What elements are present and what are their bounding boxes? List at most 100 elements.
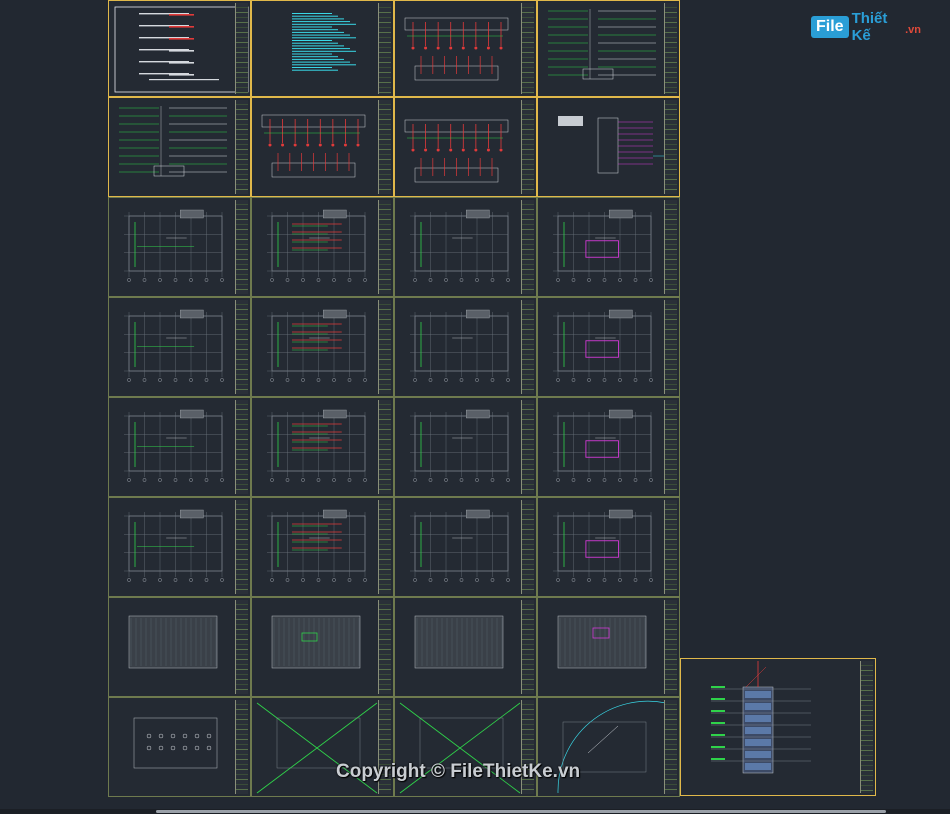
logo-text: Thiết Kế	[851, 10, 888, 44]
sheet-content	[711, 661, 811, 774]
sheet-drawing	[267, 509, 367, 582]
drawing-sheet[interactable]	[251, 497, 394, 597]
title-block	[521, 400, 534, 494]
sheet-drawing	[124, 209, 224, 282]
drawing-sheet[interactable]	[108, 597, 251, 697]
cad-model-space[interactable]	[0, 0, 950, 814]
drawing-sheet[interactable]	[251, 97, 394, 197]
drawing-sheet[interactable]	[108, 197, 251, 297]
title-block	[521, 300, 534, 394]
drawing-sheet[interactable]	[251, 197, 394, 297]
sheet-drawing	[558, 116, 671, 174]
drawing-sheet[interactable]	[537, 597, 680, 697]
floor-plan	[267, 309, 367, 382]
drawing-sheet[interactable]	[537, 197, 680, 297]
title-block	[378, 300, 391, 394]
logo-suffix: .vn	[905, 24, 921, 36]
sheet-drawing	[128, 615, 218, 669]
title-block	[235, 700, 248, 794]
drawing-sheet[interactable]	[251, 0, 394, 97]
title-block	[235, 600, 248, 694]
sheet-drawing	[124, 509, 224, 582]
drawing-sheet[interactable]	[394, 0, 537, 97]
logo-box: File	[811, 16, 849, 38]
sheet-content	[557, 615, 647, 669]
sheet-content	[414, 615, 504, 669]
drawing-sheet[interactable]	[394, 497, 537, 597]
sheet-drawing	[114, 6, 249, 93]
sheet-content	[548, 9, 656, 80]
sheet-drawing	[553, 309, 653, 382]
title-block	[235, 400, 248, 494]
sheet-drawing	[414, 615, 504, 669]
drawing-sheet[interactable]	[537, 297, 680, 397]
sheet-drawing	[267, 209, 367, 282]
drawing-sheet[interactable]	[108, 0, 251, 97]
sheet-drawing	[267, 409, 367, 482]
title-block	[378, 600, 391, 694]
title-block	[664, 100, 677, 194]
filethietke-logo: File Thiết Kế .vn	[811, 10, 921, 44]
sheet-drawing	[711, 661, 811, 774]
sheet-drawing	[261, 114, 366, 178]
title-block	[378, 400, 391, 494]
sheet-content	[128, 615, 218, 669]
drawing-sheet[interactable]	[108, 397, 251, 497]
title-block	[235, 200, 248, 294]
sheet-drawing	[292, 13, 356, 71]
drawing-sheet[interactable]	[394, 597, 537, 697]
drawing-sheet[interactable]	[394, 97, 537, 197]
drawing-sheet[interactable]	[108, 297, 251, 397]
sheet-drawing	[410, 209, 510, 282]
title-block	[378, 200, 391, 294]
drawing-sheet[interactable]	[251, 397, 394, 497]
drawing-sheet[interactable]	[394, 197, 537, 297]
drawing-sheet[interactable]	[394, 297, 537, 397]
title-block	[521, 3, 534, 94]
sheet-drawing	[553, 209, 653, 282]
drawing-sheet[interactable]	[537, 397, 680, 497]
sheet-drawing	[404, 119, 509, 183]
floor-plan	[124, 309, 224, 382]
drawing-sheet[interactable]	[108, 97, 251, 197]
sheet-drawing	[548, 9, 656, 80]
sheet-drawing	[553, 409, 653, 482]
scrollbar-thumb[interactable]	[156, 810, 886, 813]
drawing-sheet[interactable]	[251, 297, 394, 397]
sheet-drawing	[124, 309, 224, 382]
floor-plan	[553, 209, 653, 282]
drawing-sheet[interactable]	[680, 658, 876, 796]
drawing-sheet[interactable]	[108, 697, 251, 797]
sheet-drawing	[119, 106, 227, 177]
drawing-sheet[interactable]	[537, 97, 680, 197]
floor-plan	[124, 409, 224, 482]
sheet-content	[114, 6, 249, 93]
drawing-sheet[interactable]	[537, 0, 680, 97]
floor-plan	[553, 309, 653, 382]
title-block	[521, 200, 534, 294]
floor-plan	[267, 409, 367, 482]
riser-diagram	[404, 119, 509, 183]
horizontal-scrollbar[interactable]	[0, 809, 950, 814]
drawing-sheet[interactable]	[537, 497, 680, 597]
title-block	[521, 500, 534, 594]
sheet-drawing	[410, 409, 510, 482]
floor-plan	[124, 509, 224, 582]
floor-plan	[267, 509, 367, 582]
drawing-sheet[interactable]	[251, 597, 394, 697]
riser-diagram	[404, 17, 509, 81]
floor-plan	[410, 409, 510, 482]
title-block	[235, 3, 248, 94]
sheet-content	[119, 106, 227, 177]
sheet-content	[271, 615, 361, 669]
floor-plan	[410, 509, 510, 582]
drawing-sheet[interactable]	[394, 397, 537, 497]
title-block	[860, 661, 873, 793]
sheet-content	[133, 717, 218, 769]
sheet-drawing	[410, 509, 510, 582]
title-block	[664, 3, 677, 94]
floor-plan	[410, 309, 510, 382]
sheet-drawing	[133, 717, 218, 769]
drawing-sheet[interactable]	[108, 497, 251, 597]
title-block	[521, 600, 534, 694]
